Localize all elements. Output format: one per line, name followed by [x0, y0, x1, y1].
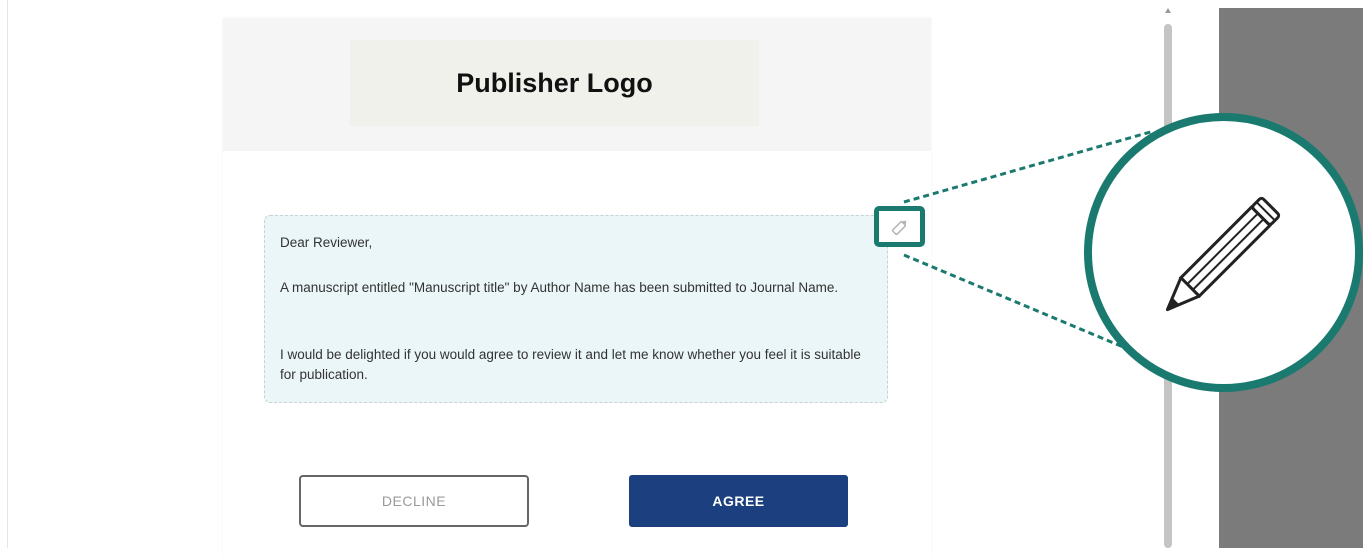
magnified-edit-callout: [1084, 113, 1363, 392]
pencil-icon: [1165, 196, 1280, 311]
